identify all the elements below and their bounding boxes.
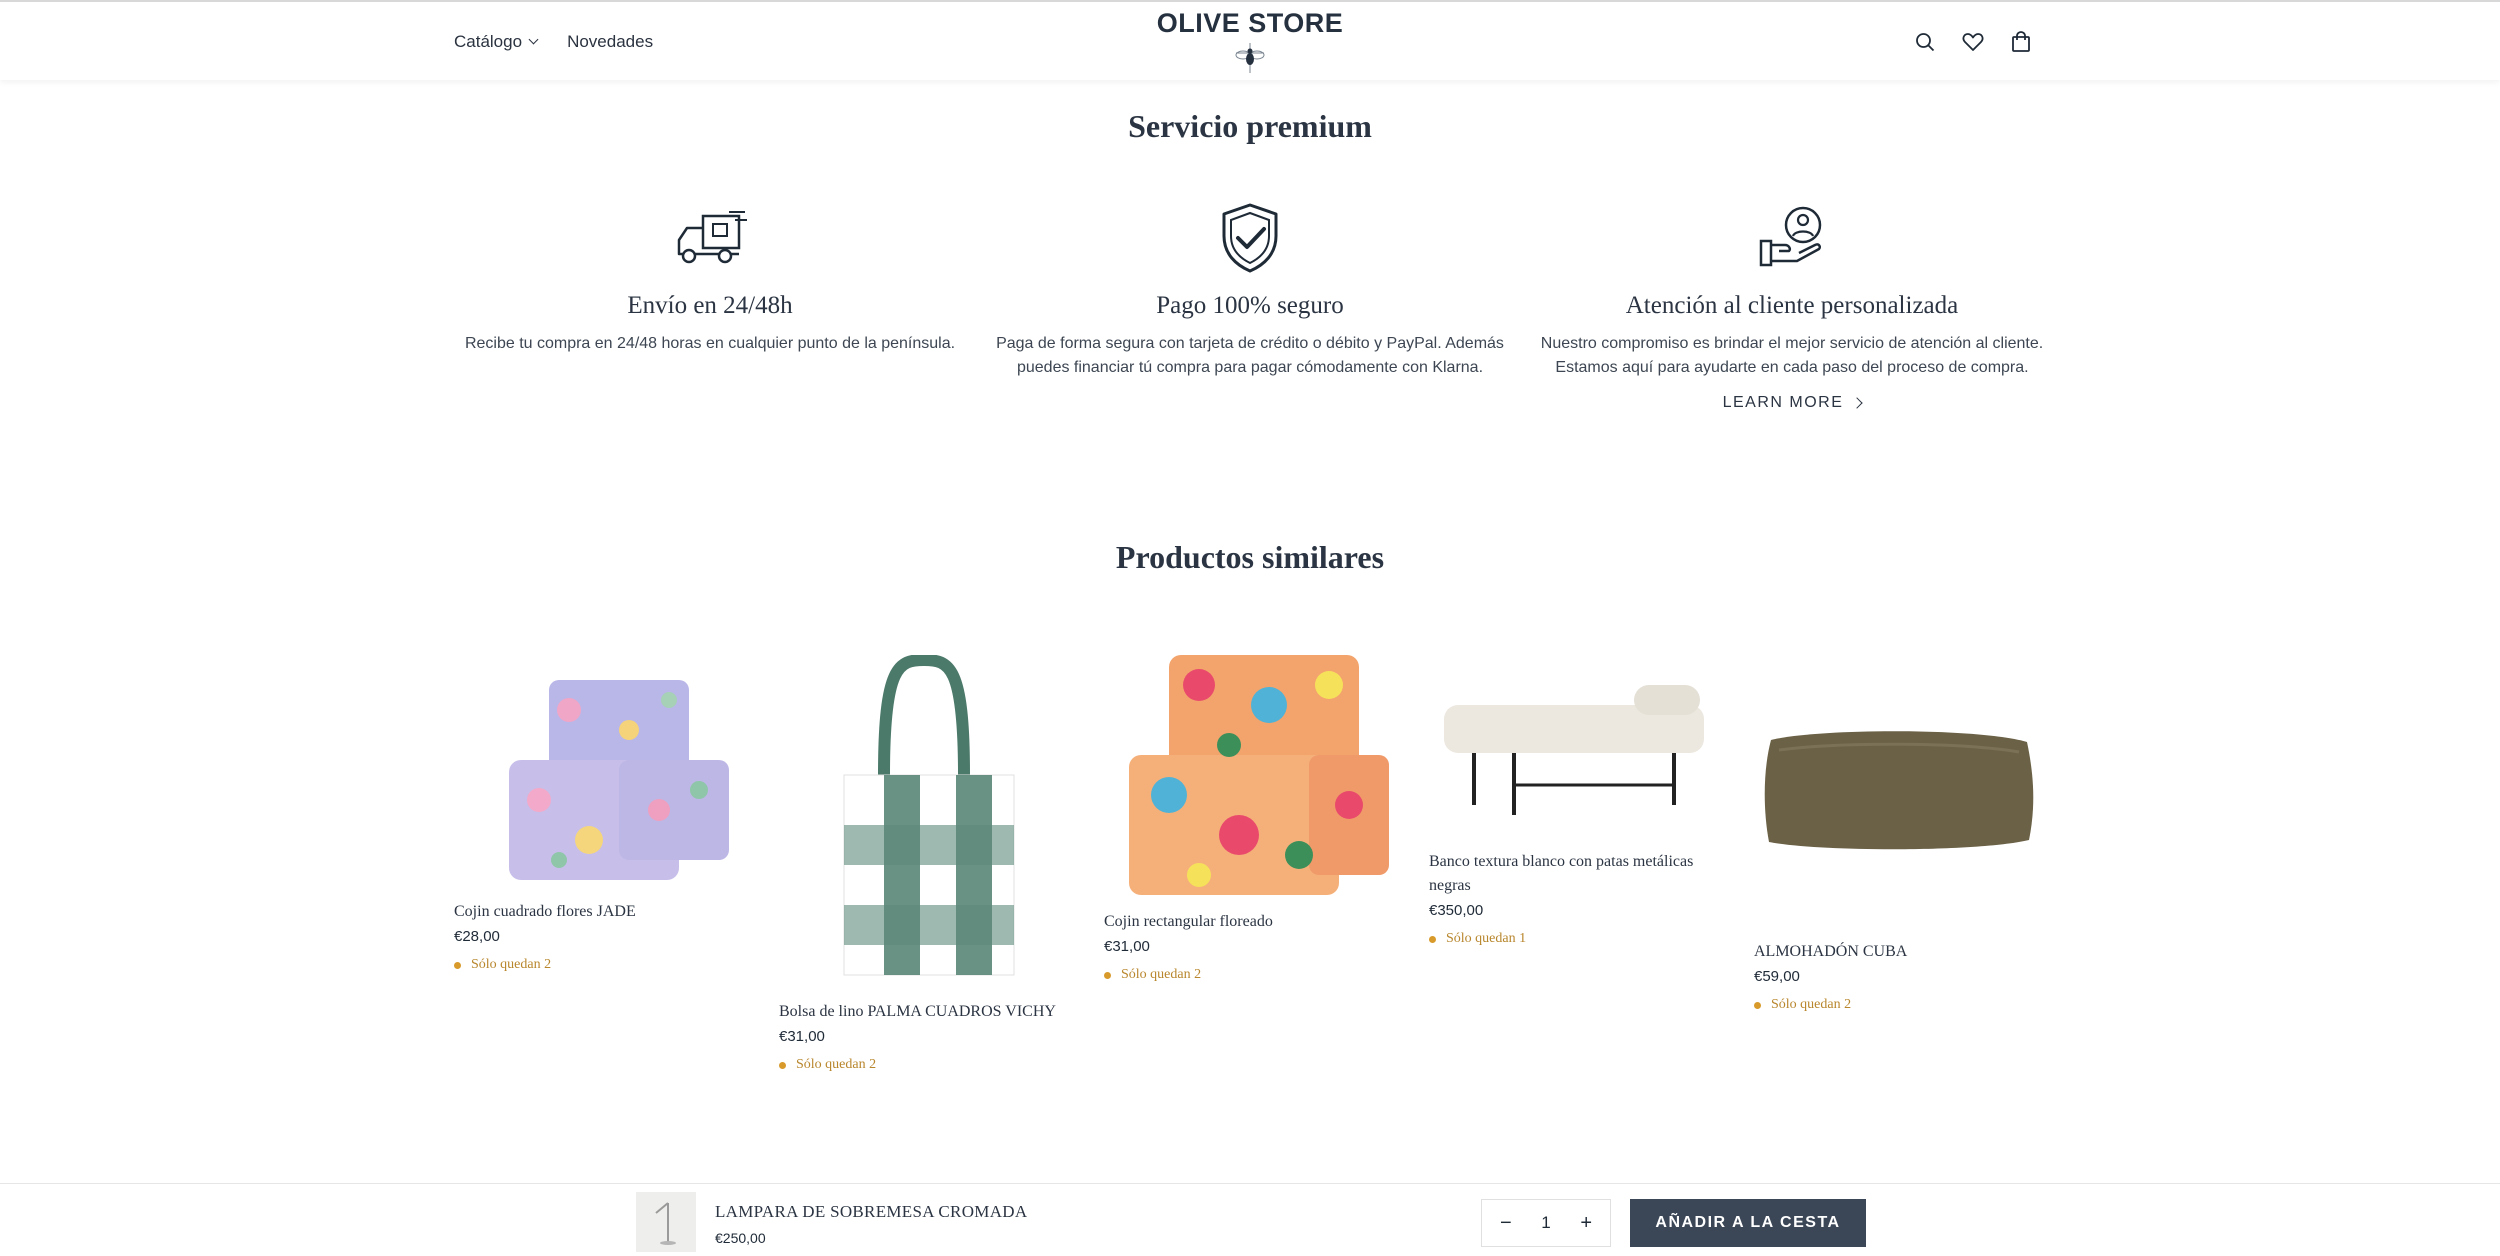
stock-notice: Sólo quedan 1 — [1429, 931, 1719, 947]
product-card[interactable]: Cojin cuadrado flores JADE €28,00 Sólo q… — [454, 640, 744, 973]
product-card[interactable]: Cojin rectangular floreado €31,00 Sólo q… — [1104, 640, 1394, 983]
product-name[interactable]: Cojin cuadrado flores JADE — [454, 900, 744, 924]
stock-text: Sólo quedan 1 — [1446, 931, 1527, 946]
service-payment-text: Paga de forma segura con tarjeta de créd… — [996, 335, 1504, 376]
stock-dot-icon — [1429, 935, 1436, 943]
nav-catalogo-label: Catálogo — [454, 32, 523, 51]
product-image[interactable] — [454, 640, 744, 900]
stock-notice: Sólo quedan 2 — [1104, 967, 1394, 983]
stock-text: Sólo quedan 2 — [796, 1057, 877, 1072]
service-support-text: Nuestro compromiso es brindar el mejor s… — [1540, 335, 2044, 376]
service-payment-title: Pago 100% seguro — [1156, 292, 1344, 319]
product-name[interactable]: Bolsa de lino PALMA CUADROS VICHY — [779, 1000, 1069, 1024]
truck-icon — [450, 200, 970, 276]
product-name[interactable]: Banco textura blanco con patas metálicas… — [1429, 850, 1719, 898]
similar-title: Productos similares — [1115, 539, 1385, 575]
service-shipping: Envío en 24/48h Recibe tu compra en 24/4… — [450, 200, 970, 356]
nav-novedades[interactable]: Novedades — [567, 32, 653, 52]
chevron-down-icon — [528, 34, 539, 45]
product-card[interactable]: Bolsa de lino PALMA CUADROS VICHY €31,00… — [779, 640, 1069, 1073]
header-actions — [1912, 29, 2034, 55]
product-price: €31,00 — [779, 1028, 825, 1045]
logo-text: OLIVE STORE — [1156, 8, 1344, 38]
product-image[interactable] — [1429, 640, 1719, 850]
stock-dot-icon — [1754, 1001, 1761, 1009]
bag-icon[interactable] — [2008, 29, 2034, 55]
service-shipping-title: Envío en 24/48h — [627, 292, 793, 319]
store-logo[interactable]: OLIVE STORE — [1150, 8, 1350, 75]
product-card[interactable]: Banco textura blanco con patas metálicas… — [1429, 640, 1719, 947]
bee-logo-icon — [1235, 43, 1265, 73]
quantity-plus-button[interactable]: + — [1580, 1212, 1592, 1235]
service-support-title: Atención al cliente personalizada — [1625, 292, 1959, 319]
stock-text: Sólo quedan 2 — [1121, 967, 1202, 982]
quantity-stepper: − 1 + — [1481, 1199, 1611, 1247]
product-price: €28,00 — [454, 928, 500, 945]
heart-icon[interactable] — [1960, 29, 1986, 55]
quantity-minus-button[interactable]: − — [1500, 1212, 1512, 1235]
stock-notice: Sólo quedan 2 — [779, 1057, 1069, 1073]
product-price: €59,00 — [1754, 968, 1800, 985]
stock-notice: Sólo quedan 2 — [1754, 997, 2044, 1013]
chevron-right-icon — [1851, 397, 1864, 409]
stock-text: Sólo quedan 2 — [471, 957, 552, 972]
nav-catalogo[interactable]: Catálogo — [454, 32, 539, 52]
product-card[interactable]: ALMOHADÓN CUBA €59,00 Sólo quedan 2 — [1754, 640, 2044, 1013]
service-title: Servicio premium — [1128, 108, 1372, 144]
product-image[interactable] — [1754, 640, 2044, 940]
add-to-cart-button[interactable]: AÑADIR A LA CESTA — [1630, 1199, 1866, 1247]
service-shipping-text: Recibe tu compra en 24/48 horas en cualq… — [464, 335, 956, 352]
product-name[interactable]: Cojin rectangular floreado — [1104, 910, 1394, 934]
product-price: €350,00 — [1429, 902, 1484, 919]
stock-notice: Sólo quedan 2 — [454, 957, 744, 973]
learn-more-label: LEARN MORE — [1722, 394, 1844, 411]
main-nav: Catálogo Novedades — [454, 32, 653, 52]
quantity-value[interactable]: 1 — [1541, 1213, 1550, 1233]
product-image[interactable] — [1104, 640, 1394, 910]
product-price: €31,00 — [1104, 938, 1150, 955]
service-payment: Pago 100% seguro Paga de forma segura co… — [990, 200, 1510, 380]
search-icon[interactable] — [1912, 29, 1938, 55]
site-header: Catálogo Novedades OLIVE STORE — [0, 0, 2500, 80]
learn-more-link[interactable]: LEARN MORE — [1722, 394, 1864, 412]
service-support: Atención al cliente personalizada Nuestr… — [1532, 200, 2052, 412]
hand-user-icon — [1532, 200, 2052, 276]
nav-novedades-label: Novedades — [567, 32, 654, 51]
product-name[interactable]: ALMOHADÓN CUBA — [1754, 940, 2044, 964]
sticky-product-price: €250,00 — [715, 1230, 766, 1246]
sticky-add-to-cart-bar: LAMPARA DE SOBREMESA CROMADA €250,00 − 1… — [0, 1183, 2500, 1256]
stock-dot-icon — [779, 1061, 786, 1069]
stock-dot-icon — [454, 961, 461, 969]
product-image[interactable] — [779, 640, 1069, 1000]
stock-text: Sólo quedan 2 — [1771, 997, 1852, 1012]
sticky-product-thumbnail — [636, 1192, 696, 1252]
stock-dot-icon — [1104, 971, 1111, 979]
shield-check-icon — [990, 200, 1510, 276]
sticky-product-name: LAMPARA DE SOBREMESA CROMADA — [715, 1202, 1028, 1221]
